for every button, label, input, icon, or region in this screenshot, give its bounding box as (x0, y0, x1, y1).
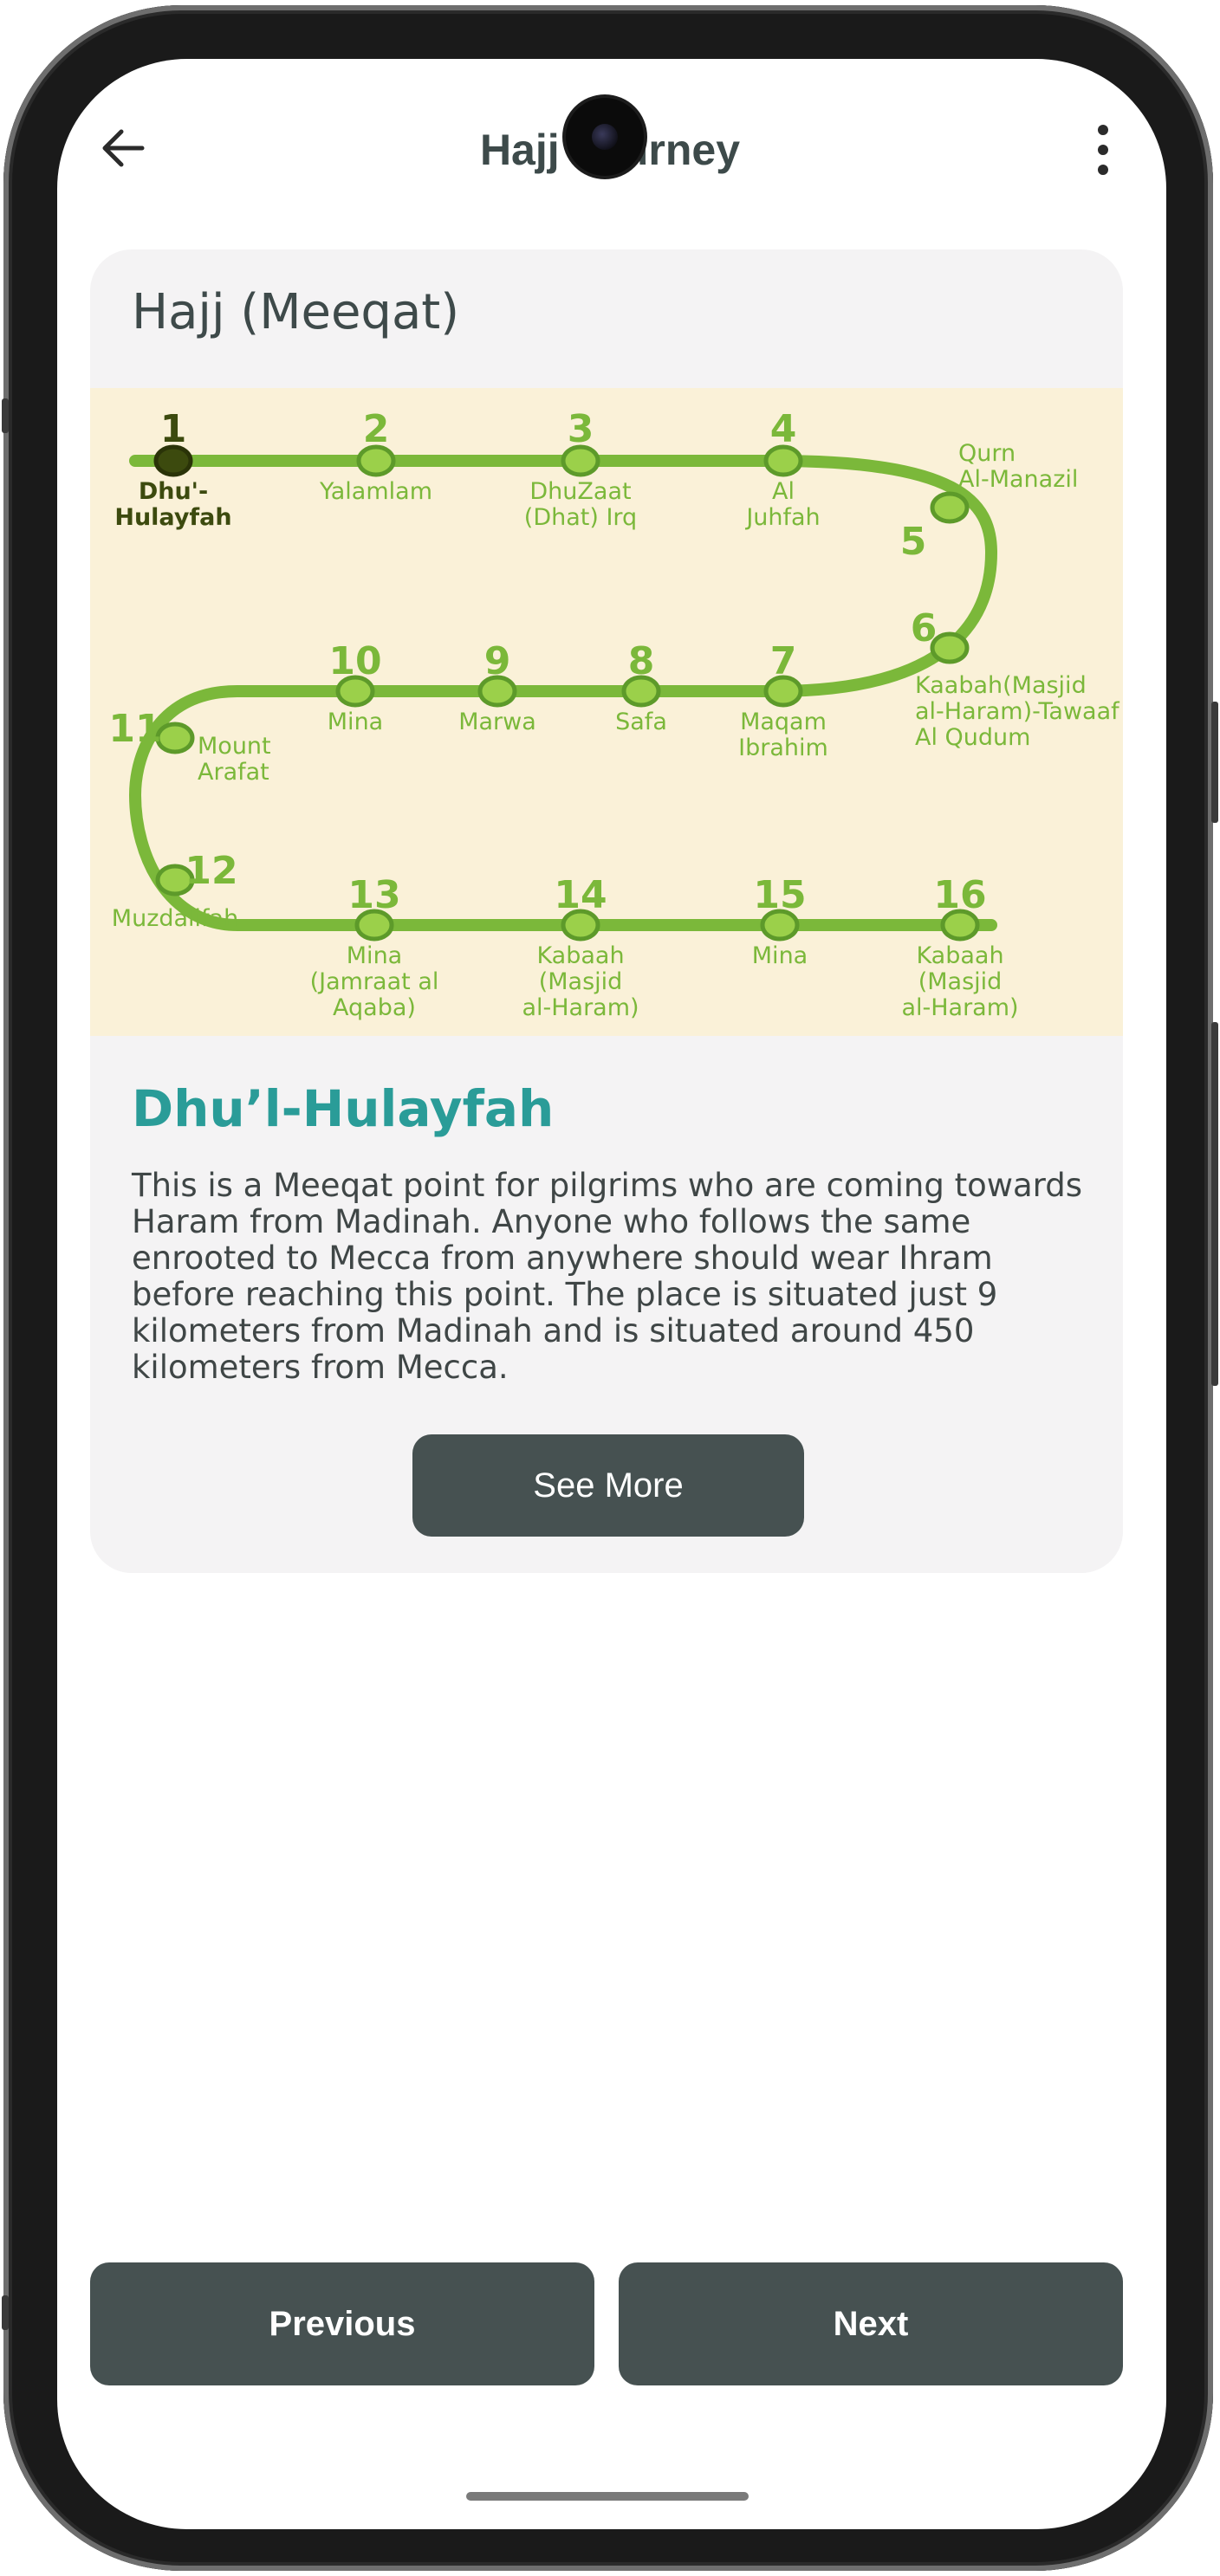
stop-label: Safa (615, 709, 667, 735)
stop-node[interactable] (155, 722, 195, 754)
arrow-left-icon[interactable] (97, 121, 151, 175)
more-vertical-icon[interactable] (1081, 121, 1125, 178)
left-side-button (2, 398, 9, 433)
journey-stop-14[interactable]: 14 Kabaah (Masjid al-Haram) (522, 873, 639, 1021)
stop-number: 1 (160, 407, 187, 451)
journey-map-svg: 1 Dhu'-Hulayfah 2 Yalamlam 3 DhuZaat (Dhat) Ir… (108, 407, 1120, 1021)
stop-label: Muzdalifah (112, 905, 238, 932)
stop-number: 4 (770, 407, 797, 451)
journey-stop-3[interactable]: 3 DhuZaat (Dhat) Irq (524, 407, 637, 531)
stop-number: 11 (108, 707, 161, 751)
stop-label: Mina (Jamraat al Aqaba) (310, 942, 439, 1021)
journey-stop-4[interactable]: 4 Al Juhfah (744, 407, 820, 531)
power-button (1211, 702, 1218, 823)
stop-number: 3 (568, 407, 594, 451)
stop-label: Kaabah(Masjid al-Haram)-Tawaaf Al Qudum (915, 672, 1120, 751)
previous-button[interactable]: Previous (90, 2262, 594, 2385)
left-side-button-lower (2, 2295, 9, 2330)
stop-label: Marwa (458, 709, 536, 735)
stop-description: This is a Meeqat point for pilgrims who … (132, 1167, 1082, 1386)
stop-number: 16 (933, 873, 986, 917)
stop-label: Dhu'-Hulayfah (114, 478, 231, 531)
stop-label: Mount Arafat (198, 733, 271, 786)
journey-stop-8[interactable]: 8 Safa (615, 639, 667, 735)
home-indicator (466, 2492, 749, 2501)
journey-stop-12[interactable]: 12 Muzdalifah (112, 849, 238, 932)
stop-number: 9 (484, 639, 511, 683)
stop-label: DhuZaat (Dhat) Irq (524, 478, 637, 531)
stop-label: Yalamlam (319, 478, 432, 505)
journey-stop-6[interactable]: 6 Kaabah(Masjid al-Haram)-Tawaaf Al Qudum (911, 606, 1120, 751)
stop-label: Mina (328, 709, 383, 735)
stop-number: 5 (900, 520, 927, 564)
front-camera (566, 98, 644, 176)
see-more-button[interactable]: See More (412, 1434, 804, 1537)
stop-number: 15 (753, 873, 806, 917)
journey-map: 1 Dhu'-Hulayfah 2 Yalamlam 3 DhuZaat (Dhat) Ir… (90, 388, 1123, 1036)
journey-stop-13[interactable]: 13 Mina (Jamraat al Aqaba) (310, 873, 439, 1021)
stop-number: 10 (328, 639, 381, 683)
stop-label: Maqam Ibrahim (738, 709, 828, 761)
journey-stop-16[interactable]: 16 Kabaah (Masjid al-Haram) (901, 873, 1018, 1021)
stop-card: Hajj (Meeqat) 1 Dhu'-Hulayfah 2 Yalamlam 3 Dh… (90, 249, 1123, 1573)
stop-label: Kabaah (Masjid al-Haram) (522, 942, 639, 1021)
stop-number: 13 (347, 873, 400, 917)
next-button[interactable]: Next (619, 2262, 1123, 2385)
stop-number: 12 (185, 849, 237, 893)
stop-label: Kabaah (Masjid al-Haram) (901, 942, 1018, 1021)
stop-number: 6 (911, 606, 938, 650)
stop-number: 7 (770, 639, 797, 683)
stop-node[interactable] (930, 491, 970, 524)
stop-label: Al Juhfah (744, 478, 820, 531)
card-heading: Hajj (Meeqat) (132, 284, 460, 340)
stop-label: Mina (752, 942, 808, 969)
stop-node[interactable] (930, 631, 970, 664)
stop-title: Dhu’l-Hulayfah (132, 1079, 555, 1138)
stop-number: 8 (628, 639, 655, 683)
journey-stop-7[interactable]: 7 Maqam Ibrahim (738, 639, 828, 761)
journey-stop-1[interactable]: 1 Dhu'-Hulayfah (114, 407, 231, 531)
stop-label: Qurn Al-Manazil (958, 440, 1078, 493)
volume-button (1211, 1022, 1218, 1386)
stop-number: 2 (363, 407, 390, 451)
stop-number: 14 (554, 873, 607, 917)
